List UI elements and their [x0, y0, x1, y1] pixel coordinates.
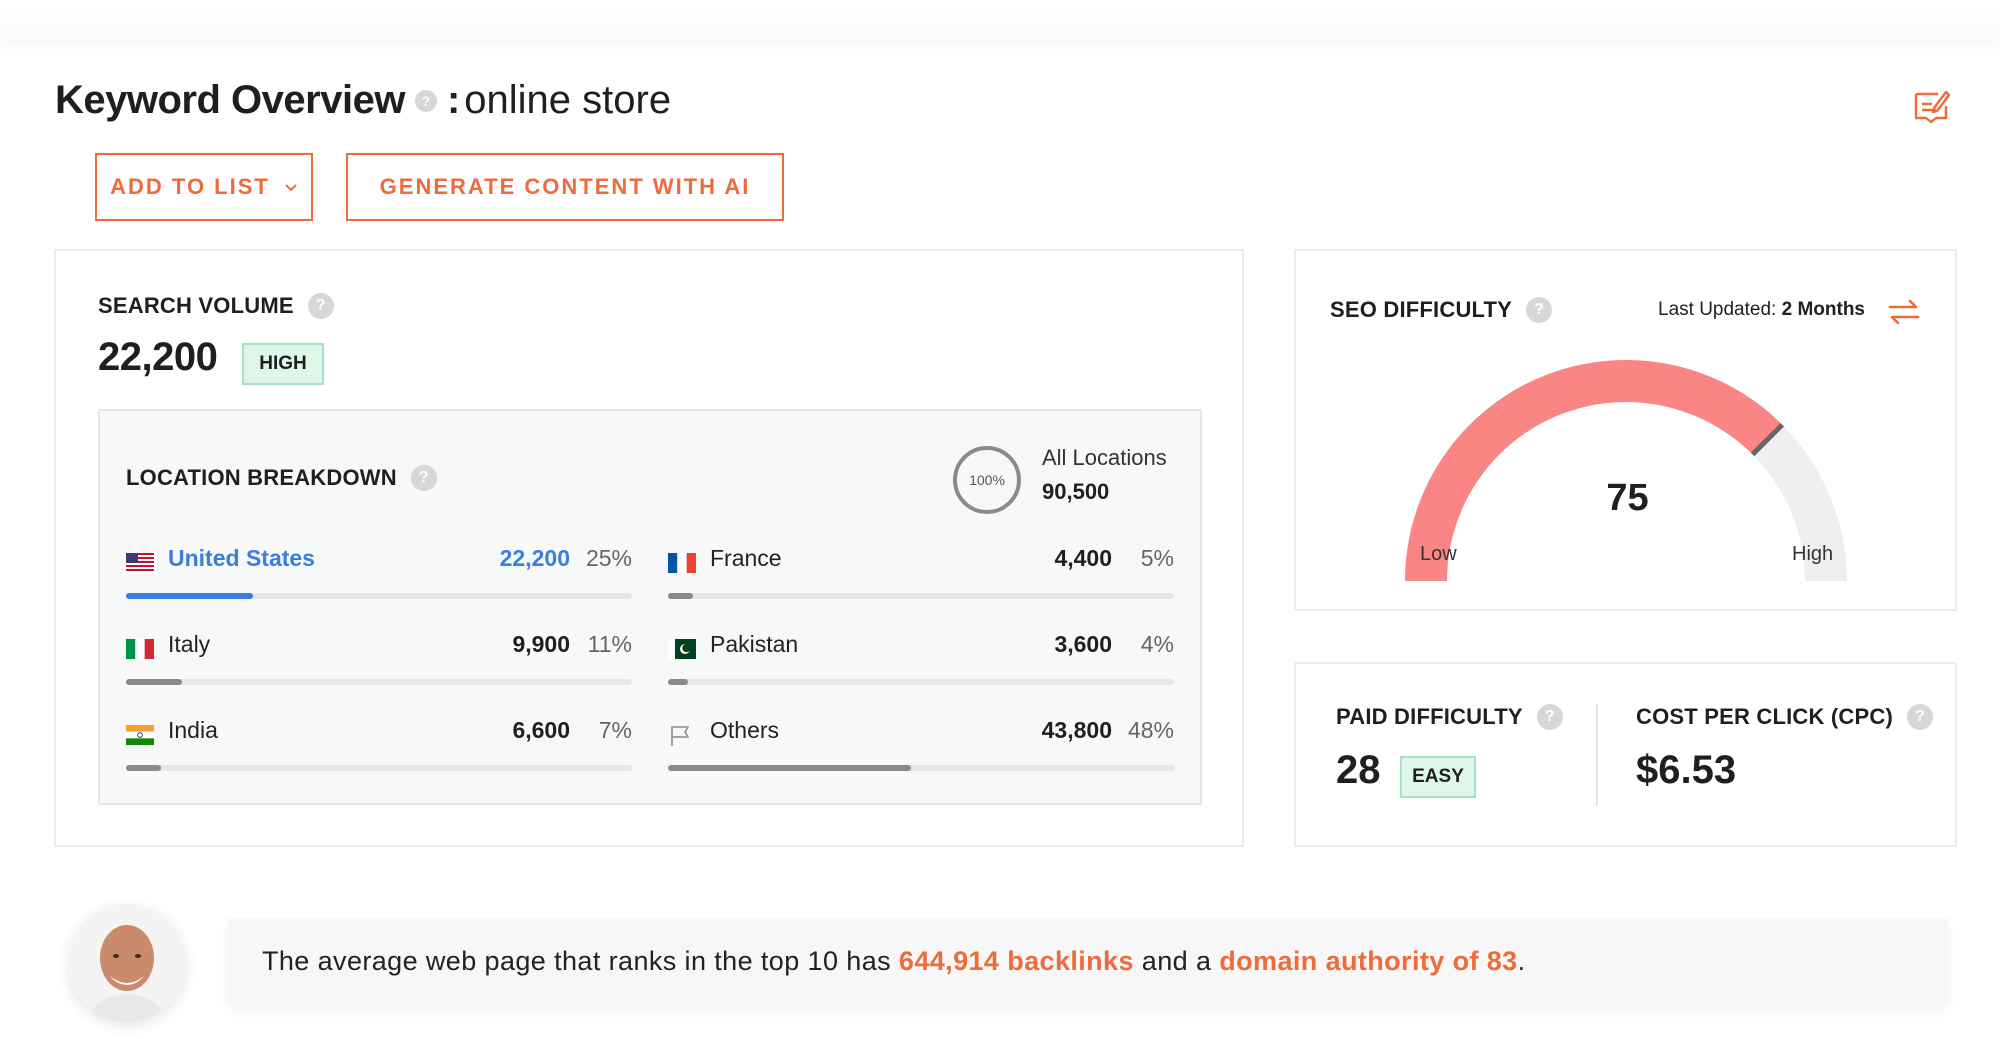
location-name[interactable]: Others: [710, 717, 779, 744]
author-avatar: [68, 904, 186, 1022]
location-bar-fill: [668, 765, 911, 771]
all-locations-percent: 100%: [969, 472, 1005, 488]
all-locations-label[interactable]: All Locations: [1042, 445, 1167, 471]
location-volume: 4,400: [1054, 545, 1112, 571]
help-icon[interactable]: ?: [307, 293, 334, 319]
location-percent: 4%: [1140, 631, 1174, 657]
keyword-text: online store: [464, 78, 672, 122]
search-volume-card: SEARCH VOLUME ? 22,200 HIGH LOCATION BRE…: [54, 249, 1244, 847]
divider: [1596, 704, 1598, 806]
seo-difficulty-label-text: SEO DIFFICULTY: [1330, 297, 1513, 322]
location-row[interactable]: Pakistan 3,600 4%: [668, 627, 1174, 697]
location-breakdown-label-text: LOCATION BREAKDOWN: [126, 465, 397, 490]
location-percent: 7%: [598, 717, 632, 743]
location-percent: 25%: [585, 545, 632, 571]
help-icon[interactable]: ?: [1536, 704, 1563, 730]
location-percent: 48%: [1127, 717, 1174, 743]
seo-difficulty-value: 75: [1606, 477, 1649, 519]
generate-content-button[interactable]: GENERATE CONTENT WITH AI: [346, 153, 784, 221]
last-updated-label: Last Updated:: [1658, 299, 1777, 320]
location-volume: 22,200: [499, 545, 570, 571]
cpc-label-text: COST PER CLICK (CPC): [1636, 704, 1893, 729]
seo-difficulty-label: SEO DIFFICULTY ?: [1330, 297, 1553, 323]
paid-difficulty-label-text: PAID DIFFICULTY: [1336, 704, 1523, 729]
fr-flag-icon: [668, 553, 696, 573]
refresh-icon[interactable]: [1886, 295, 1922, 329]
location-bar-fill: [126, 679, 182, 685]
search-volume-label-text: SEARCH VOLUME: [98, 293, 294, 318]
location-name[interactable]: France: [710, 545, 782, 572]
location-bar-track: [668, 765, 1174, 771]
location-row[interactable]: France 4,400 5%: [668, 541, 1174, 611]
location-breakdown-panel: LOCATION BREAKDOWN ? 100% All Locations …: [98, 409, 1202, 805]
help-icon[interactable]: ?: [410, 465, 437, 491]
location-bar-fill: [668, 679, 689, 685]
search-volume-label: SEARCH VOLUME ?: [98, 293, 334, 319]
location-row[interactable]: Others 43,800 48%: [668, 713, 1174, 783]
location-name[interactable]: India: [168, 717, 218, 744]
search-volume-value: 22,200: [98, 335, 218, 379]
paid-difficulty-label: PAID DIFFICULTY ?: [1336, 704, 1563, 730]
page-title-text: Keyword Overview: [55, 78, 405, 122]
location-row[interactable]: Italy 9,900 11%: [126, 627, 632, 697]
location-bar-track: [126, 593, 632, 599]
seo-difficulty-gauge: [1405, 360, 1847, 582]
top-bar: [0, 0, 2000, 40]
location-percent: 5%: [1140, 545, 1174, 571]
location-name[interactable]: Pakistan: [710, 631, 798, 658]
page-title: Keyword Overview ? : online store: [55, 78, 671, 123]
location-bar-track: [668, 679, 1174, 685]
help-icon[interactable]: ?: [1526, 297, 1553, 323]
location-percent: 11%: [587, 631, 632, 657]
tip-prefix: The average web page that ranks in the t…: [262, 945, 899, 976]
tip-middle: and a: [1133, 945, 1220, 976]
seo-difficulty-card: SEO DIFFICULTY ? Last Updated: 2 Months …: [1294, 249, 1957, 611]
last-updated: Last Updated: 2 Months: [1658, 299, 1865, 321]
location-bar-track: [126, 679, 632, 685]
in-flag-icon: [126, 725, 154, 745]
tip-suffix: .: [1517, 945, 1526, 976]
flag-outline-icon: [671, 726, 689, 746]
avatar-portrait: [68, 904, 186, 1022]
location-bar-fill: [126, 765, 162, 771]
location-volume: 6,600: [512, 717, 570, 743]
location-breakdown-label: LOCATION BREAKDOWN ?: [126, 465, 437, 491]
paid-difficulty-card: PAID DIFFICULTY ? 28 EASY COST PER CLICK…: [1294, 662, 1957, 847]
paid-difficulty-value: 28: [1336, 748, 1381, 792]
location-row[interactable]: United States 22,200 25%: [126, 541, 632, 611]
location-name[interactable]: United States: [168, 545, 315, 572]
volume-level-badge: HIGH: [242, 343, 324, 385]
paid-difficulty-badge: EASY: [1400, 756, 1476, 798]
cpc-value: $6.53: [1636, 748, 1737, 792]
tip-banner: The average web page that ranks in the t…: [228, 918, 1948, 1004]
help-icon[interactable]: ?: [1907, 704, 1933, 730]
gauge-low-label: Low: [1420, 543, 1457, 565]
generate-content-label: GENERATE CONTENT WITH AI: [379, 174, 751, 199]
location-bar-track: [126, 765, 632, 771]
cpc-label: COST PER CLICK (CPC) ?: [1636, 704, 1933, 730]
location-bar-fill: [668, 593, 694, 599]
chevron-down-icon: [285, 184, 297, 192]
us-flag-icon: [126, 553, 154, 573]
it-flag-icon: [126, 639, 154, 659]
location-bar-track: [668, 593, 1174, 599]
help-icon[interactable]: ?: [414, 89, 437, 112]
location-volume: 43,800: [1041, 717, 1112, 743]
tip-domain-authority: domain authority of 83: [1219, 945, 1518, 976]
location-volume: 9,900: [512, 631, 570, 657]
tip-backlinks: 644,914 backlinks: [898, 945, 1134, 976]
title-separator: :: [446, 78, 461, 122]
location-bar-fill: [126, 593, 253, 599]
last-updated-value: 2 Months: [1781, 299, 1865, 320]
gauge-high-label: High: [1792, 543, 1834, 565]
all-locations-value: 90,500: [1042, 479, 1110, 504]
location-name[interactable]: Italy: [168, 631, 210, 658]
add-to-list-button[interactable]: ADD TO LIST: [95, 153, 313, 221]
add-to-list-label: ADD TO LIST: [110, 174, 270, 199]
pk-flag-icon: [668, 639, 696, 659]
location-row[interactable]: India 6,600 7%: [126, 713, 632, 783]
location-volume: 3,600: [1054, 631, 1112, 657]
notes-edit-icon[interactable]: [1912, 86, 1950, 124]
